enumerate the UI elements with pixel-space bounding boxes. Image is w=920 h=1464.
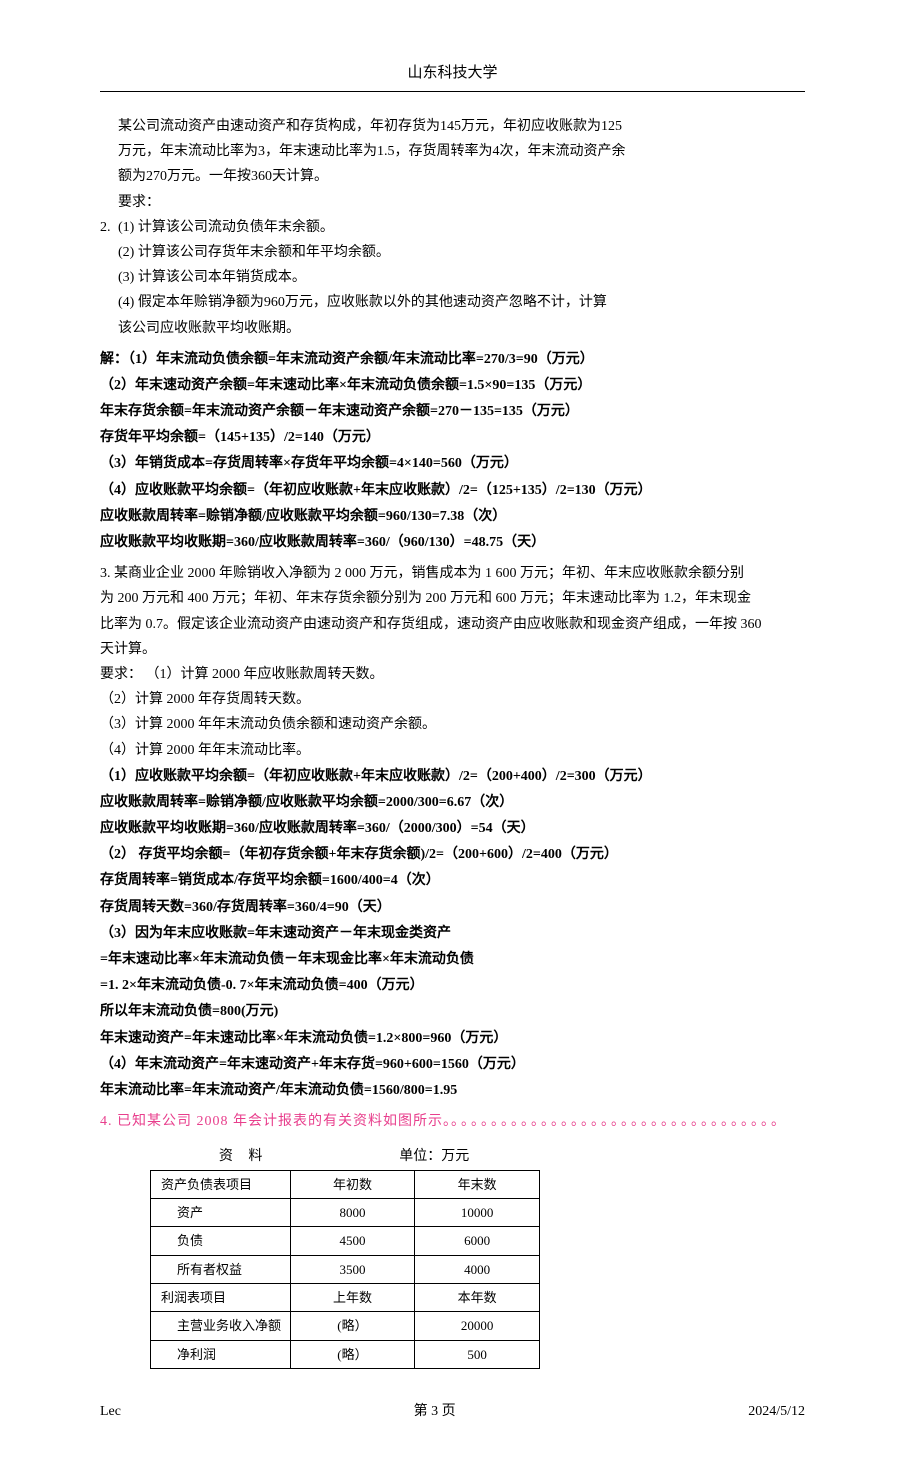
table-cell: 6000 bbox=[415, 1227, 540, 1255]
q3-stem-line: 比率为 0.7。假定该企业流动资产由速动资产和存货组成，速动资产由应收账款和现金… bbox=[100, 612, 805, 637]
q2-solution: 解：（1）年末流动负债余额=年末流动资产余额/年末流动比率=270/3=90（万… bbox=[100, 347, 805, 556]
q3-sol-line: （3）因为年末应收账款=年末速动资产－年末现金类资产 bbox=[100, 921, 805, 946]
table-cell: 年初数 bbox=[290, 1170, 415, 1198]
q3-sol-line: =年末速动比率×年末流动负债－年末现金比率×年末流动负债 bbox=[100, 947, 805, 972]
table-cell: 3500 bbox=[290, 1255, 415, 1283]
table-row: 负债 4500 6000 bbox=[151, 1227, 540, 1255]
q2-stem-line: (4) 假定本年赊销净额为960万元，应收账款以外的其他速动资产忽略不计，计算 bbox=[118, 290, 626, 315]
data-table: 资产负债表项目 年初数 年末数 资产 8000 10000 负债 4500 60… bbox=[150, 1170, 540, 1370]
table-cell: 20000 bbox=[415, 1312, 540, 1340]
header-divider bbox=[100, 91, 805, 92]
q3-sol-line: 存货周转天数=360/存货周转率=360/4=90（天） bbox=[100, 895, 805, 920]
table-cell: 资产负债表项目 bbox=[151, 1170, 291, 1198]
table-cell: 年末数 bbox=[415, 1170, 540, 1198]
q2-sol-line: 应收账款平均收账期=360/应收账款周转率=360/（960/130）=48.7… bbox=[100, 530, 805, 555]
q3-sol-line: 应收账款平均收账期=360/应收账款周转率=360/（2000/300）=54（… bbox=[100, 816, 805, 841]
q3-solution: （1）应收账款平均余额=（年初应收账款+年末应收账款）/2=（200+400）/… bbox=[100, 764, 805, 1103]
table-cell: 4000 bbox=[415, 1255, 540, 1283]
table-caption-right: 单位：万元 bbox=[341, 1144, 528, 1169]
table-cell: 上年数 bbox=[290, 1284, 415, 1312]
q3-req-line: （2）计算 2000 年存货周转天数。 bbox=[100, 687, 805, 712]
q2-sol-line: （3）年销货成本=存货周转率×存货年平均余额=4×140=560（万元） bbox=[100, 451, 805, 476]
q3-sol-line: （1）应收账款平均余额=（年初应收账款+年末应收账款）/2=（200+400）/… bbox=[100, 764, 805, 789]
table-row: 利润表项目 上年数 本年数 bbox=[151, 1284, 540, 1312]
q2-sol-line: （4）应收账款平均余额=（年初应收账款+年末应收账款）/2=（125+135）/… bbox=[100, 478, 805, 503]
q2-sol-line: 年末存货余额=年末流动资产余额－年末速动资产余额=270－135=135（万元） bbox=[100, 399, 805, 424]
q2-stem-line: (1) 计算该公司流动负债年末余额。 bbox=[118, 215, 626, 240]
question-2: 2. 某公司流动资产由速动资产和存货构成，年初存货为145万元，年初应收账款为1… bbox=[100, 114, 805, 341]
footer-center: 第 3 页 bbox=[414, 1399, 456, 1424]
question-3: 3. 某商业企业 2000 年赊销收入净额为 2 000 万元，销售成本为 1 … bbox=[100, 561, 805, 763]
table-cell: 资产 bbox=[151, 1198, 291, 1226]
q2-stem-line: 额为270万元。一年按360天计算。 bbox=[118, 164, 626, 189]
data-table-block: 资 料 单位：万元 资产负债表项目 年初数 年末数 资产 8000 10000 … bbox=[150, 1144, 805, 1369]
q2-stem-line: (2) 计算该公司存货年末余额和年平均余额。 bbox=[118, 240, 626, 265]
q3-sol-line: 应收账款周转率=赊销净额/应收账款平均余额=2000/300=6.67（次） bbox=[100, 790, 805, 815]
table-caption-left: 资 料 bbox=[150, 1144, 337, 1169]
q3-stem-line: 天计算。 bbox=[100, 637, 805, 662]
table-cell: 本年数 bbox=[415, 1284, 540, 1312]
q2-number: 2. bbox=[100, 215, 118, 240]
q2-sol-line: （2）年末速动资产余额=年末速动比率×年末流动负债余额=1.5×90=135（万… bbox=[100, 373, 805, 398]
q2-sol-line: 存货年平均余额=（145+135）/2=140（万元） bbox=[100, 425, 805, 450]
q3-sol-line: 年末流动比率=年末流动资产/年末流动负债=1560/800=1.95 bbox=[100, 1078, 805, 1103]
table-row: 主营业务收入净额 (略） 20000 bbox=[151, 1312, 540, 1340]
table-row: 资产负债表项目 年初数 年末数 bbox=[151, 1170, 540, 1198]
q3-req-line: （4）计算 2000 年年末流动比率。 bbox=[100, 738, 805, 763]
q3-req-label: 要求： （1）计算 2000 年应收账款周转天数。 bbox=[100, 662, 805, 687]
table-cell: 8000 bbox=[290, 1198, 415, 1226]
table-cell: 利润表项目 bbox=[151, 1284, 291, 1312]
q3-sol-line: （2） 存货平均余额=（年初存货余额+年末存货余额)/2=（200+600）/2… bbox=[100, 842, 805, 867]
q2-stem-line: (3) 计算该公司本年销货成本。 bbox=[118, 265, 626, 290]
table-row: 净利润 (略） 500 bbox=[151, 1340, 540, 1368]
q3-stem-line: 为 200 万元和 400 万元；年初、年末存货余额分别为 200 万元和 60… bbox=[100, 586, 805, 611]
q4-dots: 。。。。。。。。。。。。。。。。。。。。。。。。。。。。。。。。。 bbox=[451, 1114, 788, 1129]
page-header-title: 山东科技大学 bbox=[100, 60, 805, 87]
table-cell: 500 bbox=[415, 1340, 540, 1368]
q2-sol-line: 解：（1）年末流动负债余额=年末流动资产余额/年末流动比率=270/3=90（万… bbox=[100, 347, 805, 372]
table-cell: 负债 bbox=[151, 1227, 291, 1255]
page-footer: Lec 第 3 页 2024/5/12 bbox=[100, 1399, 805, 1424]
q3-sol-line: （4）年末流动资产=年末速动资产+年末存货=960+600=1560（万元） bbox=[100, 1052, 805, 1077]
table-cell: (略） bbox=[290, 1340, 415, 1368]
table-cell: 4500 bbox=[290, 1227, 415, 1255]
q3-sol-line: 所以年末流动负债=800(万元) bbox=[100, 999, 805, 1024]
table-cell: (略） bbox=[290, 1312, 415, 1340]
q3-sol-line: =1. 2×年末流动负债-0. 7×年末流动负债=400（万元） bbox=[100, 973, 805, 998]
q3-stem-line: 3. 某商业企业 2000 年赊销收入净额为 2 000 万元，销售成本为 1 … bbox=[100, 561, 805, 586]
table-caption: 资 料 单位：万元 bbox=[150, 1144, 540, 1169]
q3-sol-line: 年末速动资产=年末速动比率×年末流动负债=1.2×800=960（万元） bbox=[100, 1026, 805, 1051]
q2-stem-line: 要求： bbox=[118, 190, 626, 215]
table-row: 资产 8000 10000 bbox=[151, 1198, 540, 1226]
q2-sol-line: 应收账款周转率=赊销净额/应收账款平均余额=960/130=7.38（次） bbox=[100, 504, 805, 529]
q2-stem-line: 该公司应收账款平均收账期。 bbox=[118, 316, 626, 341]
question-4-line: 4. 已知某公司 2008 年会计报表的有关资料如图所示。。。。。。。。。。。。… bbox=[100, 1109, 805, 1134]
table-cell: 净利润 bbox=[151, 1340, 291, 1368]
table-cell: 10000 bbox=[415, 1198, 540, 1226]
q3-sol-line: 存货周转率=销货成本/存货平均余额=1600/400=4（次） bbox=[100, 868, 805, 893]
table-cell: 主营业务收入净额 bbox=[151, 1312, 291, 1340]
footer-left: Lec bbox=[100, 1399, 121, 1424]
table-row: 所有者权益 3500 4000 bbox=[151, 1255, 540, 1283]
table-cell: 所有者权益 bbox=[151, 1255, 291, 1283]
q2-stem-line: 某公司流动资产由速动资产和存货构成，年初存货为145万元，年初应收账款为125 bbox=[118, 114, 626, 139]
q2-stem-line: 万元，年末流动比率为3，年末速动比率为1.5，存货周转率为4次，年末流动资产余 bbox=[118, 139, 626, 164]
q4-text: 4. 已知某公司 2008 年会计报表的有关资料如图所示。 bbox=[100, 1114, 451, 1129]
q3-req-line: （3）计算 2000 年年末流动负债余额和速动资产余额。 bbox=[100, 712, 805, 737]
footer-right: 2024/5/12 bbox=[748, 1399, 805, 1424]
